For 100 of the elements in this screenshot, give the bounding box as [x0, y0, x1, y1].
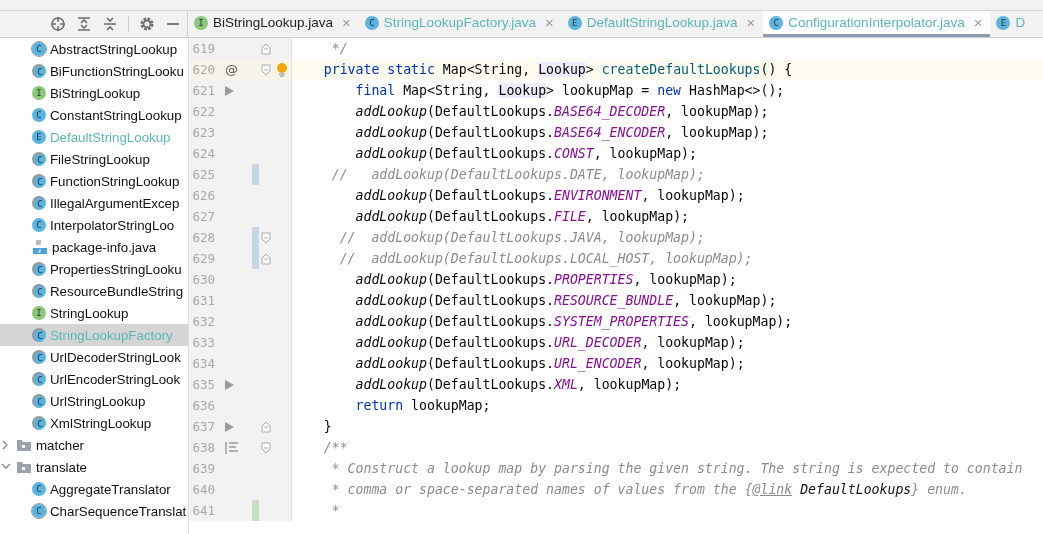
line-number: 632	[191, 314, 215, 329]
code-line: /**	[322, 440, 348, 455]
line-number: 628	[191, 230, 215, 245]
class-icon: C	[32, 174, 46, 188]
interface-icon: I	[32, 306, 46, 320]
tree-item[interactable]: E DefaultStringLookup	[0, 126, 188, 148]
tree-item[interactable]: C XmlStringLookup	[0, 412, 188, 434]
code-line: // addLookup(DefaultLookups.LOCAL_HOST, lookupMap);	[338, 251, 753, 266]
line-number: 626	[191, 188, 215, 203]
line-number: 630	[191, 272, 215, 287]
class-icon: C	[32, 350, 46, 364]
code-line: * Construct a lookup map by parsing the given string. The string is expected to contain	[330, 461, 1023, 476]
editor-tab[interactable]: I BiStringLookup.java ×	[188, 11, 359, 37]
line-number: 631	[191, 293, 215, 308]
tree-item[interactable]: C UrlStringLookup	[0, 390, 188, 412]
code-line: addLookup(DefaultLookups.ENVIRONMENT, lookupMap);	[354, 188, 745, 203]
tree-item[interactable]: package-info.java	[0, 236, 188, 258]
code-line: final Map<String, Lookup> lookupMap = new HashMap<>();	[354, 83, 785, 98]
tree-item[interactable]: C ConstantStringLookup	[0, 104, 188, 126]
tree-item[interactable]: C CharSequenceTranslat	[0, 500, 188, 522]
code-line: private static Map<String, Lookup> createDefaultLookups() {	[322, 62, 793, 77]
tree-item[interactable]: translate	[0, 456, 188, 478]
line-number: 633	[191, 335, 215, 350]
class-icon: C	[32, 196, 46, 210]
tree-item[interactable]: C PropertiesStringLooku	[0, 258, 188, 280]
class-icon: C	[32, 284, 46, 298]
code-line: addLookup(DefaultLookups.URL_DECODER, lookupMap);	[354, 335, 745, 350]
code-line: addLookup(DefaultLookups.BASE64_DECODER, lookupMap);	[354, 104, 769, 119]
editor-tab[interactable]: C ConfigurationInterpolator.java ×	[763, 11, 991, 37]
enum-icon: E	[32, 130, 46, 144]
line-number: 623	[191, 125, 215, 140]
annotation-marker: @	[225, 62, 238, 77]
line-number: 638	[191, 440, 215, 455]
tree-item[interactable]: C BiFunctionStringLooku	[0, 60, 188, 82]
class-icon: C	[32, 108, 46, 122]
tree-item[interactable]: C FunctionStringLookup	[0, 170, 188, 192]
code-line: addLookup(DefaultLookups.BASE64_ENCODER, lookupMap);	[354, 125, 769, 140]
code-line: addLookup(DefaultLookups.FILE, lookupMap);	[354, 209, 689, 224]
editor-tab[interactable]: E DefaultStringLookup.java ×	[561, 11, 764, 37]
code-line: */	[330, 41, 348, 56]
line-number: 622	[191, 104, 215, 119]
class-icon: C	[32, 262, 46, 276]
line-number: 637	[191, 419, 215, 434]
line-number: 619	[191, 41, 215, 56]
code-line: * comma or space-separated names of values from the {@link DefaultLookups} enum.	[330, 482, 967, 497]
java-file-icon	[32, 239, 48, 255]
locate-icon[interactable]	[50, 16, 66, 32]
class-icon: C	[32, 328, 46, 342]
tree-item[interactable]: I StringLookup	[0, 302, 188, 324]
line-number: 635	[191, 377, 215, 392]
line-number: 640	[191, 482, 215, 497]
class-icon: C	[32, 218, 46, 232]
tree-item[interactable]: C ResourceBundleString	[0, 280, 188, 302]
line-number: 625	[191, 167, 215, 182]
tree-item[interactable]: matcher	[0, 434, 188, 456]
interface-icon: I	[32, 86, 46, 100]
line-number: 624	[191, 146, 215, 161]
abstract-class-icon: C	[32, 504, 46, 518]
class-icon: C	[32, 416, 46, 430]
abstract-class-icon: C	[32, 42, 46, 56]
editor-tab[interactable]: E D	[990, 11, 1034, 37]
tree-item[interactable]: C FileStringLookup	[0, 148, 188, 170]
folder-icon	[16, 459, 32, 475]
class-icon: C	[769, 15, 784, 30]
class-icon: C	[364, 15, 379, 30]
class-icon: C	[32, 372, 46, 386]
collapse-all-icon[interactable]	[102, 16, 118, 32]
tree-item[interactable]: C StringLookupFactory	[0, 324, 188, 346]
enum-icon: E	[567, 15, 582, 30]
class-icon: C	[32, 152, 46, 166]
class-icon: C	[32, 64, 46, 78]
class-icon: C	[32, 394, 46, 408]
code-line: // addLookup(DefaultLookups.DATE, lookupMap);	[330, 167, 705, 182]
line-number: 627	[191, 209, 215, 224]
line-number: 636	[191, 398, 215, 413]
folder-icon	[16, 437, 32, 453]
expand-all-icon[interactable]	[76, 16, 92, 32]
tree-item[interactable]: C InterpolatorStringLoo	[0, 214, 188, 236]
tree-item[interactable]: C UrlEncoderStringLook	[0, 368, 188, 390]
code-line: }	[322, 419, 332, 434]
class-icon: C	[32, 482, 46, 496]
tree-item[interactable]: C AbstractStringLookup	[0, 38, 188, 60]
tree-item[interactable]: C UrlDecoderStringLook	[0, 346, 188, 368]
settings-icon[interactable]	[139, 16, 155, 32]
code-line: addLookup(DefaultLookups.RESOURCE_BUNDLE, lookupMap);	[354, 293, 777, 308]
code-line: addLookup(DefaultLookups.URL_ENCODER, lookupMap);	[354, 356, 745, 371]
code-line: addLookup(DefaultLookups.SYSTEM_PROPERTIES, lookupMap);	[354, 314, 793, 329]
tree-item[interactable]: C IllegalArgumentExcep	[0, 192, 188, 214]
code-line: return lookupMap;	[354, 398, 491, 413]
code-line: addLookup(DefaultLookups.CONST, lookupMap);	[354, 146, 697, 161]
tree-item[interactable]: C AggregateTranslator	[0, 478, 188, 500]
line-number: 621	[191, 83, 215, 98]
line-number: 620	[191, 62, 215, 77]
editor-tab[interactable]: C StringLookupFactory.java ×	[358, 11, 562, 37]
line-number: 641	[191, 503, 215, 518]
code-line: addLookup(DefaultLookups.XML, lookupMap);	[354, 377, 682, 392]
code-line: // addLookup(DefaultLookups.JAVA, lookupMap);	[338, 230, 705, 245]
code-line: addLookup(DefaultLookups.PROPERTIES, lookupMap);	[354, 272, 737, 287]
line-number: 629	[191, 251, 215, 266]
tree-item[interactable]: I BiStringLookup	[0, 82, 188, 104]
